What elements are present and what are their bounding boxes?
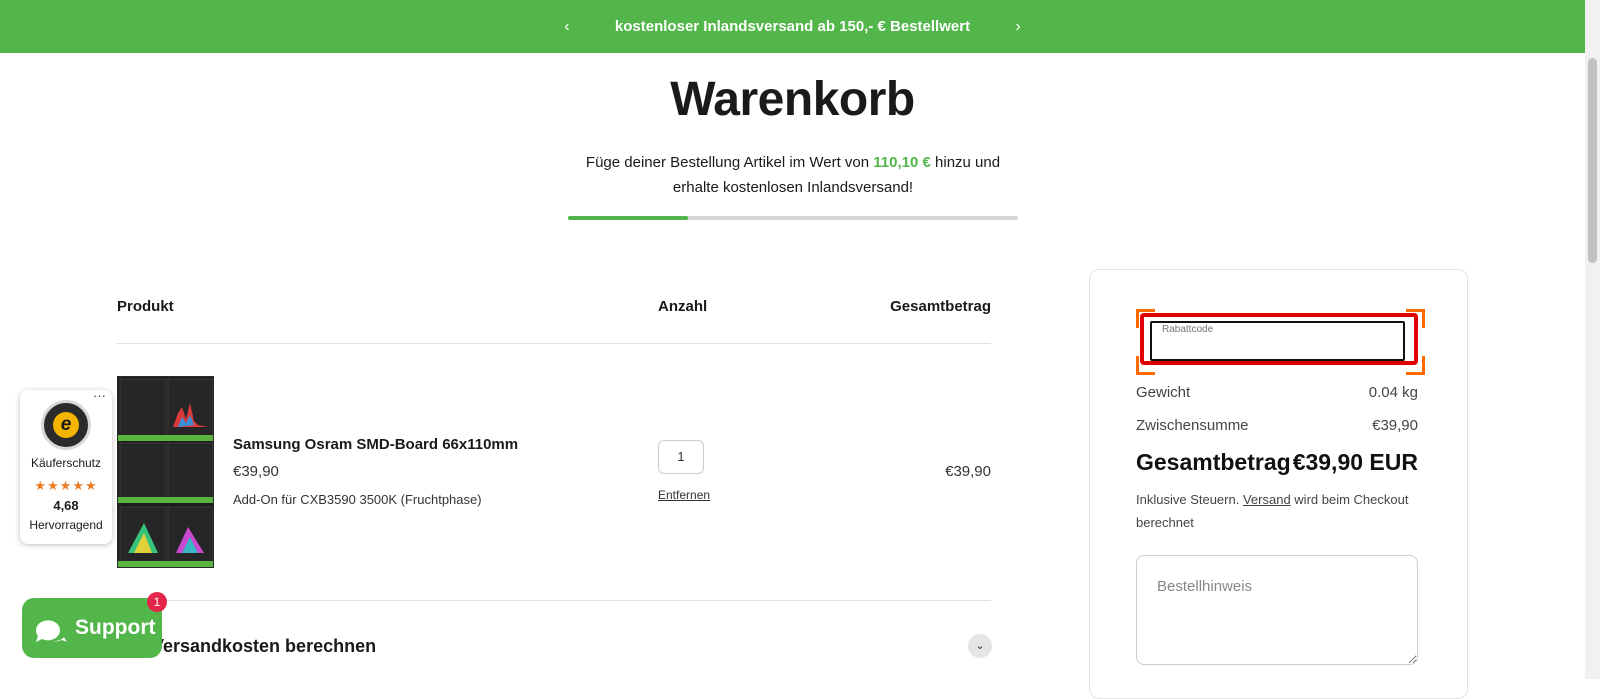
support-chat-button[interactable]: Support [22, 598, 162, 658]
chevron-down-icon[interactable]: ⌄ [968, 634, 992, 658]
progress-amount: 110,10 € [873, 154, 931, 171]
shipping-policy-link[interactable]: Versand [1243, 492, 1291, 507]
coupon-code-label: Rabattcode [1162, 324, 1214, 335]
trusted-shops-seal-icon: e [41, 400, 91, 450]
shipping-calculator-toggle[interactable]: Versandkosten berechnen [152, 636, 376, 657]
support-label: Support [75, 616, 156, 639]
rating-stars: ★★★★★ [34, 478, 98, 493]
more-options-icon[interactable]: ··· [93, 388, 106, 403]
selection-handle [1406, 356, 1425, 375]
quantity-input[interactable]: 1 [658, 440, 704, 474]
notification-badge: 1 [147, 592, 167, 612]
tax-note: Inklusive Steuern. Versand wird beim Che… [1136, 488, 1418, 534]
column-header-product: Produkt [117, 298, 174, 315]
weight-row: Gewicht 0.04 kg [1136, 384, 1418, 401]
subtotal-row: Zwischensumme €39,90 [1136, 417, 1418, 434]
rating-score: 4,68 [53, 498, 79, 513]
order-note-textarea[interactable] [1136, 555, 1418, 665]
shipping-progress-fill [568, 216, 688, 220]
coupon-highlight: Rabattcode [1140, 313, 1418, 365]
remove-item-link[interactable]: Entfernen [658, 488, 710, 502]
rating-text: Hervorragend [29, 518, 103, 532]
scrollbar[interactable] [1585, 0, 1600, 679]
column-header-total: Gesamtbetrag [890, 298, 991, 315]
selection-handle [1136, 356, 1155, 375]
divider [117, 600, 991, 601]
trusted-shops-badge[interactable]: ··· e Käuferschutz ★★★★★ 4,68 Hervorrage… [20, 388, 112, 544]
weight-label: Gewicht [1136, 384, 1191, 401]
subtotal-label: Zwischensumme [1136, 417, 1249, 434]
column-header-quantity: Anzahl [658, 298, 708, 315]
total-value: €39,90 EUR [1292, 449, 1418, 475]
scrollbar-thumb[interactable] [1588, 58, 1597, 263]
announcement-message: kostenloser Inlandsversand ab 150,- € Be… [614, 18, 971, 35]
selection-handle [1406, 309, 1425, 328]
total-label: Gesamtbetrag [1136, 449, 1291, 475]
announcement-bar: ‹ kostenloser Inlandsversand ab 150,- € … [0, 0, 1585, 53]
shipping-progress-bar [568, 216, 1018, 220]
chevron-left-icon[interactable]: ‹ [559, 18, 575, 36]
shipping-progress-text: Füge deiner Bestellung Artikel im Wert v… [568, 150, 1018, 200]
subtotal-value: €39,90 [1372, 417, 1418, 434]
total-row: Gesamtbetrag €39,90 EUR [1136, 449, 1418, 476]
line-total: €39,90 [945, 463, 991, 480]
weight-value: 0.04 kg [1368, 384, 1418, 401]
product-image[interactable] [117, 376, 214, 568]
product-variant: Add-On für CXB3590 3500K (Fruchtphase) [233, 492, 482, 507]
buyer-protection-label: Käuferschutz [30, 456, 102, 470]
product-price: €39,90 [233, 463, 279, 480]
page-title: Warenkorb [670, 73, 915, 126]
product-image-graphic [118, 377, 213, 567]
progress-text-before: Füge deiner Bestellung Artikel im Wert v… [585, 154, 870, 171]
tax-note-text: Inklusive Steuern. [1136, 492, 1240, 507]
divider [117, 343, 991, 344]
chevron-right-icon[interactable]: › [1010, 18, 1026, 36]
selection-handle [1136, 309, 1155, 328]
product-name[interactable]: Samsung Osram SMD-Board 66x110mm [233, 436, 518, 453]
seal-letter: e [53, 412, 79, 438]
chat-icon [35, 620, 67, 642]
